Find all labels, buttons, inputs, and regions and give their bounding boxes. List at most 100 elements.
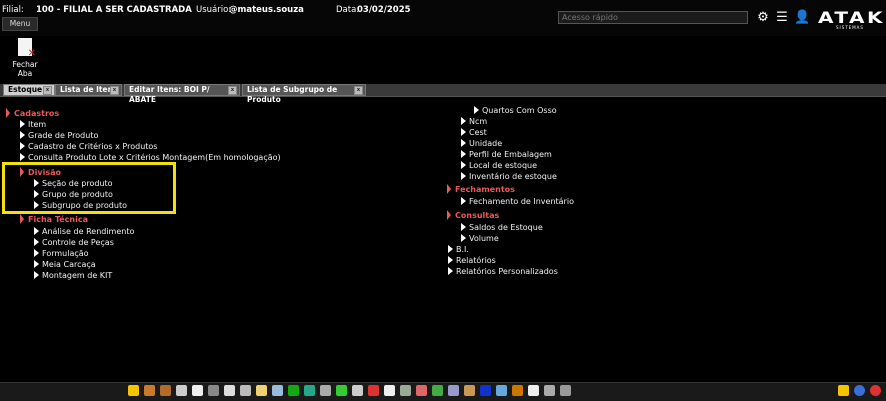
tab-estoque[interactable]: Estoque x [3, 84, 55, 96]
list-icon[interactable] [176, 385, 187, 396]
user-icon[interactable]: 👤 [794, 11, 810, 25]
tab-label: Lista de Subgrupo de Produto [247, 85, 338, 104]
tree-item-relatorios-personalizados[interactable]: Relatórios Personalizados [448, 267, 558, 276]
section-fechamentos[interactable]: Fechamentos [447, 184, 515, 194]
expand-icon [6, 108, 10, 118]
arrow-icon [461, 150, 466, 158]
tree-item-unidade[interactable]: Unidade [461, 139, 502, 148]
tab-label: Lista de Itens [60, 85, 118, 94]
arrow-icon [20, 153, 25, 161]
scale-icon[interactable] [224, 385, 235, 396]
globe-icon[interactable] [304, 385, 315, 396]
tree-item-cest[interactable]: Cest [461, 128, 487, 137]
file-icon[interactable] [384, 385, 395, 396]
close-tab-button[interactable]: Fechar Aba [6, 38, 44, 78]
chart-icon[interactable] [432, 385, 443, 396]
tree-item-fechamento-inventario[interactable]: Fechamento de Inventário [461, 197, 574, 206]
tree-item-item[interactable]: Item [20, 120, 46, 129]
tree-label: Saldos de Estoque [469, 223, 543, 232]
tree-item-meia-carcaca[interactable]: Meia Carcaça [34, 260, 96, 269]
help-icon[interactable] [854, 385, 865, 396]
tree-item-volume[interactable]: Volume [461, 234, 499, 243]
box-icon[interactable] [160, 385, 171, 396]
expand-icon [447, 184, 451, 194]
card-icon[interactable] [416, 385, 427, 396]
star-icon[interactable] [128, 385, 139, 396]
tree-item-perfil[interactable]: Perfil de Embalagem [461, 150, 552, 159]
tree-item-inventario[interactable]: Inventário de estoque [461, 172, 557, 181]
favorite-icon[interactable] [838, 385, 849, 396]
arrow-icon [461, 161, 466, 169]
tab-lista-subgrupo[interactable]: Lista de Subgrupo de Produto x [242, 84, 366, 104]
tree-item-consulta-lote[interactable]: Consulta Produto Lote x Critérios Montag… [20, 153, 281, 162]
close-icon[interactable]: x [43, 86, 52, 95]
square-icon[interactable] [480, 385, 491, 396]
close-icon[interactable]: x [354, 86, 363, 95]
close-icon[interactable]: x [228, 86, 237, 95]
tree-label: Fechamento de Inventário [469, 197, 574, 206]
book-icon[interactable] [448, 385, 459, 396]
tree-label: Unidade [469, 139, 503, 148]
close-icon[interactable]: x [110, 86, 119, 95]
tree-item-montagem-kit[interactable]: Montagem de KIT [34, 271, 112, 280]
tree-item-grupo[interactable]: Grupo de produto [34, 190, 113, 199]
grid-icon[interactable] [192, 385, 203, 396]
section-cadastros[interactable]: Cadastros [6, 108, 59, 118]
folder-icon[interactable] [464, 385, 475, 396]
power-icon[interactable] [870, 385, 881, 396]
tree-item-controle[interactable]: Controle de Peças [34, 238, 114, 247]
tree-item-bi[interactable]: B.I. [448, 245, 469, 254]
headset-icon[interactable] [544, 385, 555, 396]
tree-item-quartos[interactable]: Quartos Com Osso [474, 106, 557, 115]
tree-item-subgrupo[interactable]: Subgrupo de produto [34, 201, 127, 210]
bag-icon[interactable] [512, 385, 523, 396]
calendar-icon[interactable] [272, 385, 283, 396]
truck-icon[interactable] [368, 385, 379, 396]
money-icon[interactable] [336, 385, 347, 396]
arrow-icon [34, 179, 39, 187]
menu-button[interactable]: Menu [2, 17, 38, 31]
arrow-icon [34, 249, 39, 257]
tree-item-analise[interactable]: Análise de Rendimento [34, 227, 134, 236]
arrow-icon [34, 271, 39, 279]
tree-item-local[interactable]: Local de estoque [461, 161, 537, 170]
tree-item-grade[interactable]: Grade de Produto [20, 131, 98, 140]
tree-item-ncm[interactable]: Ncm [461, 117, 487, 126]
arrow-icon [448, 267, 453, 275]
tree-item-formulacao[interactable]: Formulação [34, 249, 89, 258]
data-label: Data: [336, 5, 360, 15]
table-icon[interactable] [288, 385, 299, 396]
doc-icon[interactable] [256, 385, 267, 396]
tab-lista-itens[interactable]: Lista de Itens x [55, 84, 122, 96]
section-ficha-tecnica[interactable]: Ficha Técnica [20, 214, 88, 224]
tree-item-criterios[interactable]: Cadastro de Critérios x Produtos [20, 142, 157, 151]
tree-item-secao[interactable]: Seção de produto [34, 179, 113, 188]
print-icon[interactable] [352, 385, 363, 396]
gear-icon[interactable]: ⚙ [756, 11, 770, 25]
tree-label: Meia Carcaça [42, 260, 96, 269]
tab-editar-itens[interactable]: Editar Itens: BOI P/ ABATE x [124, 84, 240, 104]
list-menu-icon[interactable]: ☰ [775, 11, 789, 25]
pill-icon[interactable] [240, 385, 251, 396]
tree-item-relatorios[interactable]: Relatórios [448, 256, 496, 265]
arrow-icon [34, 201, 39, 209]
expand-icon [20, 214, 24, 224]
users-icon[interactable] [144, 385, 155, 396]
refresh-icon[interactable] [560, 385, 571, 396]
tree-label: B.I. [456, 245, 469, 254]
tree-label: Subgrupo de produto [42, 201, 127, 210]
section-divisao[interactable]: Divisão [20, 167, 61, 177]
quick-access-input[interactable] [558, 11, 748, 24]
arrow-icon [34, 238, 39, 246]
filial-value: 100 - FILIAL A SER CADASTRADA [36, 5, 192, 15]
tree-item-saldos[interactable]: Saldos de Estoque [461, 223, 543, 232]
arrow-icon [461, 117, 466, 125]
trash-icon[interactable] [208, 385, 219, 396]
bottle-icon[interactable] [320, 385, 331, 396]
close-tab-icon [18, 38, 36, 59]
tree-label: Controle de Peças [42, 238, 114, 247]
calc-icon[interactable] [496, 385, 507, 396]
bottle2-icon[interactable] [400, 385, 411, 396]
network-icon[interactable] [528, 385, 539, 396]
section-consultas[interactable]: Consultas [447, 210, 499, 220]
